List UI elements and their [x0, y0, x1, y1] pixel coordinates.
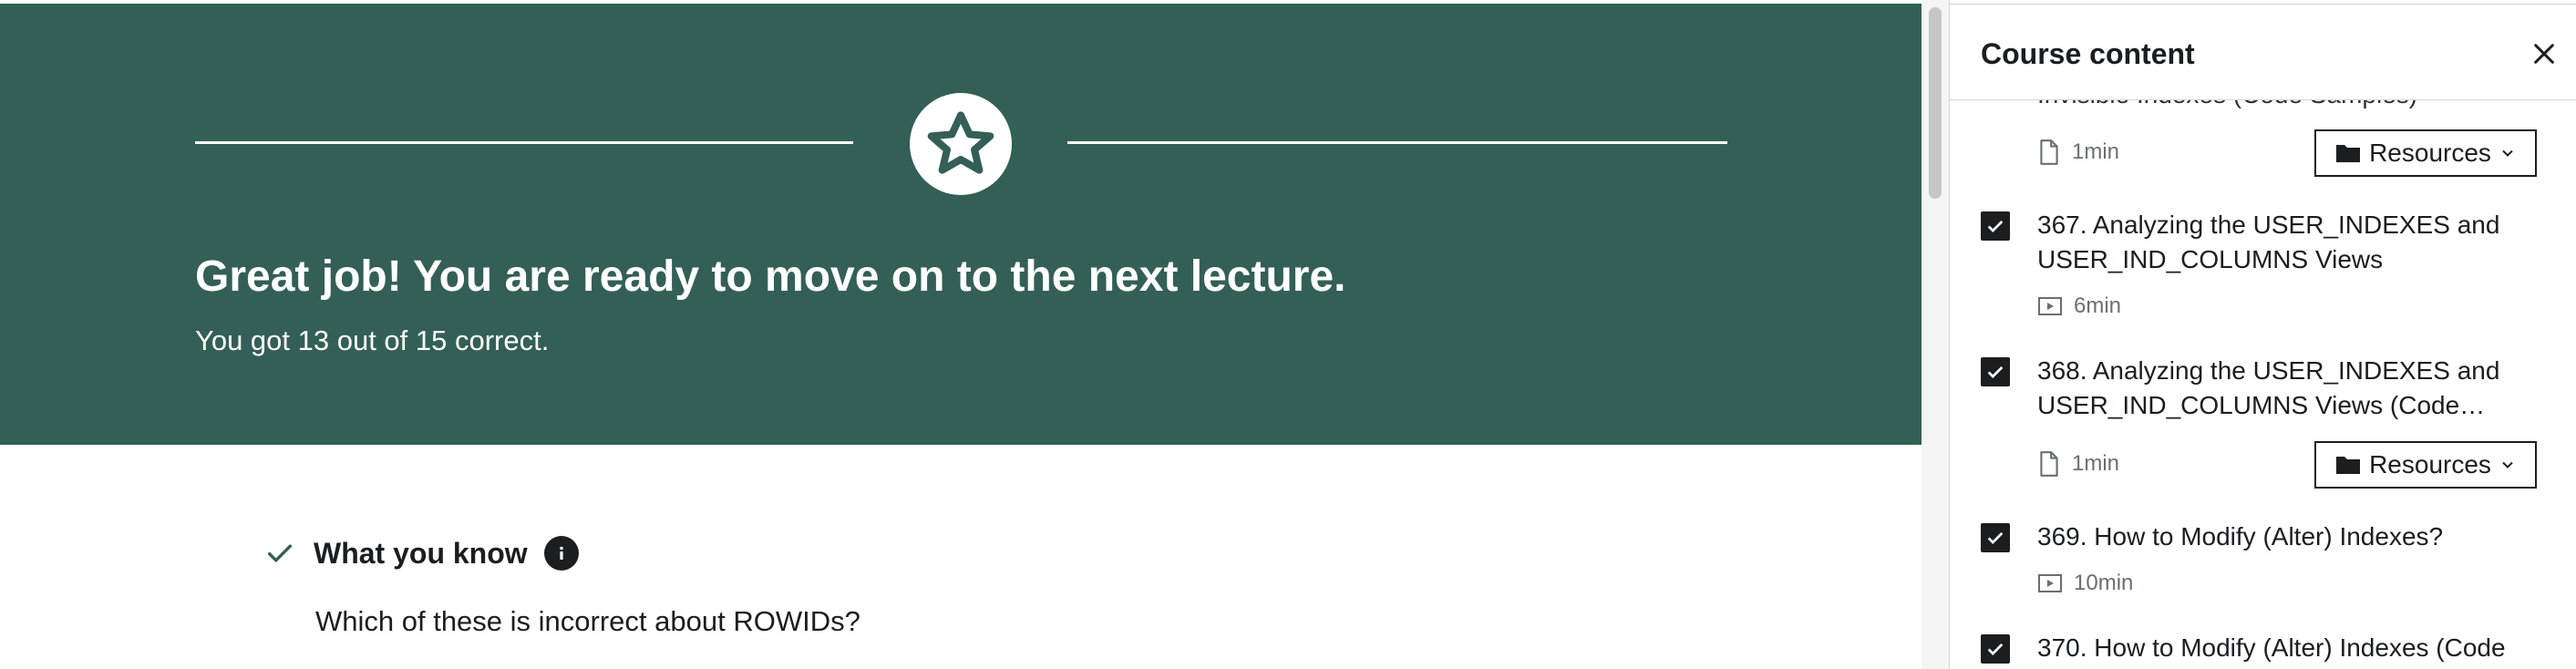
divider-right — [1067, 141, 1727, 144]
resources-button[interactable]: Resources — [2314, 129, 2537, 177]
star-icon — [927, 111, 994, 174]
item-duration: 1min — [2072, 139, 2120, 164]
check-icon — [1987, 643, 2004, 655]
result-score: You got 13 out of 15 correct. — [195, 324, 550, 356]
video-icon — [2038, 574, 2062, 592]
result-banner: Great job! You are ready to move on to t… — [0, 4, 1922, 445]
item-duration: 1min — [2072, 451, 2120, 476]
divider-left — [195, 141, 853, 144]
what-you-know-label: What you know — [314, 536, 528, 570]
lecture-title[interactable]: 370. How to Modify (Alter) Indexes (Code — [2037, 631, 2539, 665]
resources-button[interactable]: Resources — [2314, 441, 2537, 489]
lecture-title-line: 368. Analyzing the USER_INDEXES and — [2037, 356, 2500, 385]
resources-label: Resources — [2369, 450, 2491, 479]
item-meta: 1min — [2037, 450, 2119, 478]
check-icon — [1987, 220, 2004, 232]
lecture-title-line: 370. How to Modify (Alter) Indexes (Code — [2037, 633, 2506, 662]
quiz-result-pane: Great job! You are ready to move on to t… — [0, 0, 1922, 669]
resources-label: Resources — [2369, 139, 2491, 167]
sidebar-header: Course content — [1950, 4, 2576, 100]
lecture-title-line: 369. How to Modify (Alter) Indexes? — [2037, 522, 2444, 551]
file-icon — [2040, 139, 2058, 165]
check-icon — [1987, 531, 2004, 544]
result-title: Great job! You are ready to move on to t… — [195, 252, 1346, 301]
completed-checkbox[interactable] — [1981, 211, 2010, 241]
completed-checkbox[interactable] — [1981, 523, 2010, 552]
check-icon — [267, 544, 293, 562]
lecture-title-line: USER_IND_COLUMNS Views — [2037, 245, 2384, 273]
chevron-down-icon — [2502, 461, 2513, 468]
info-icon[interactable] — [543, 536, 579, 571]
file-icon — [2040, 451, 2058, 477]
question-text: Which of these is incorrect about ROWIDs… — [315, 605, 860, 637]
item-duration: 6min — [2074, 293, 2122, 318]
completed-checkbox[interactable] — [1981, 634, 2010, 664]
sidebar-title: Course content — [1981, 37, 2195, 70]
main-scrollbar-thumb[interactable] — [1929, 7, 1942, 199]
lecture-title[interactable]: 369. How to Modify (Alter) Indexes? — [2037, 520, 2539, 554]
what-you-know-header: What you know — [264, 532, 579, 574]
item-meta: 1min — [2037, 139, 2119, 166]
lecture-title-line: USER_IND_COLUMNS Views (Code… — [2037, 391, 2486, 419]
folder-icon — [2336, 457, 2361, 474]
lecture-title[interactable]: 368. Analyzing the USER_INDEXES and USER… — [2037, 354, 2539, 423]
chevron-down-icon — [2502, 149, 2513, 157]
course-content-sidebar: Course content Invisible Indexes (Code S… — [1949, 0, 2576, 669]
item-duration: 10min — [2074, 571, 2134, 595]
folder-icon — [2336, 145, 2361, 162]
item-meta: 10min — [2037, 571, 2133, 596]
lecture-title-line: 367. Analyzing the USER_INDEXES and — [2037, 211, 2500, 239]
completed-checkbox[interactable] — [1981, 357, 2010, 386]
close-icon[interactable] — [2530, 39, 2559, 68]
lecture-title[interactable]: 367. Analyzing the USER_INDEXES and USER… — [2037, 208, 2539, 277]
check-icon — [1987, 365, 2004, 378]
star-badge — [910, 93, 1012, 195]
item-meta: 6min — [2037, 293, 2121, 319]
video-icon — [2038, 297, 2062, 315]
